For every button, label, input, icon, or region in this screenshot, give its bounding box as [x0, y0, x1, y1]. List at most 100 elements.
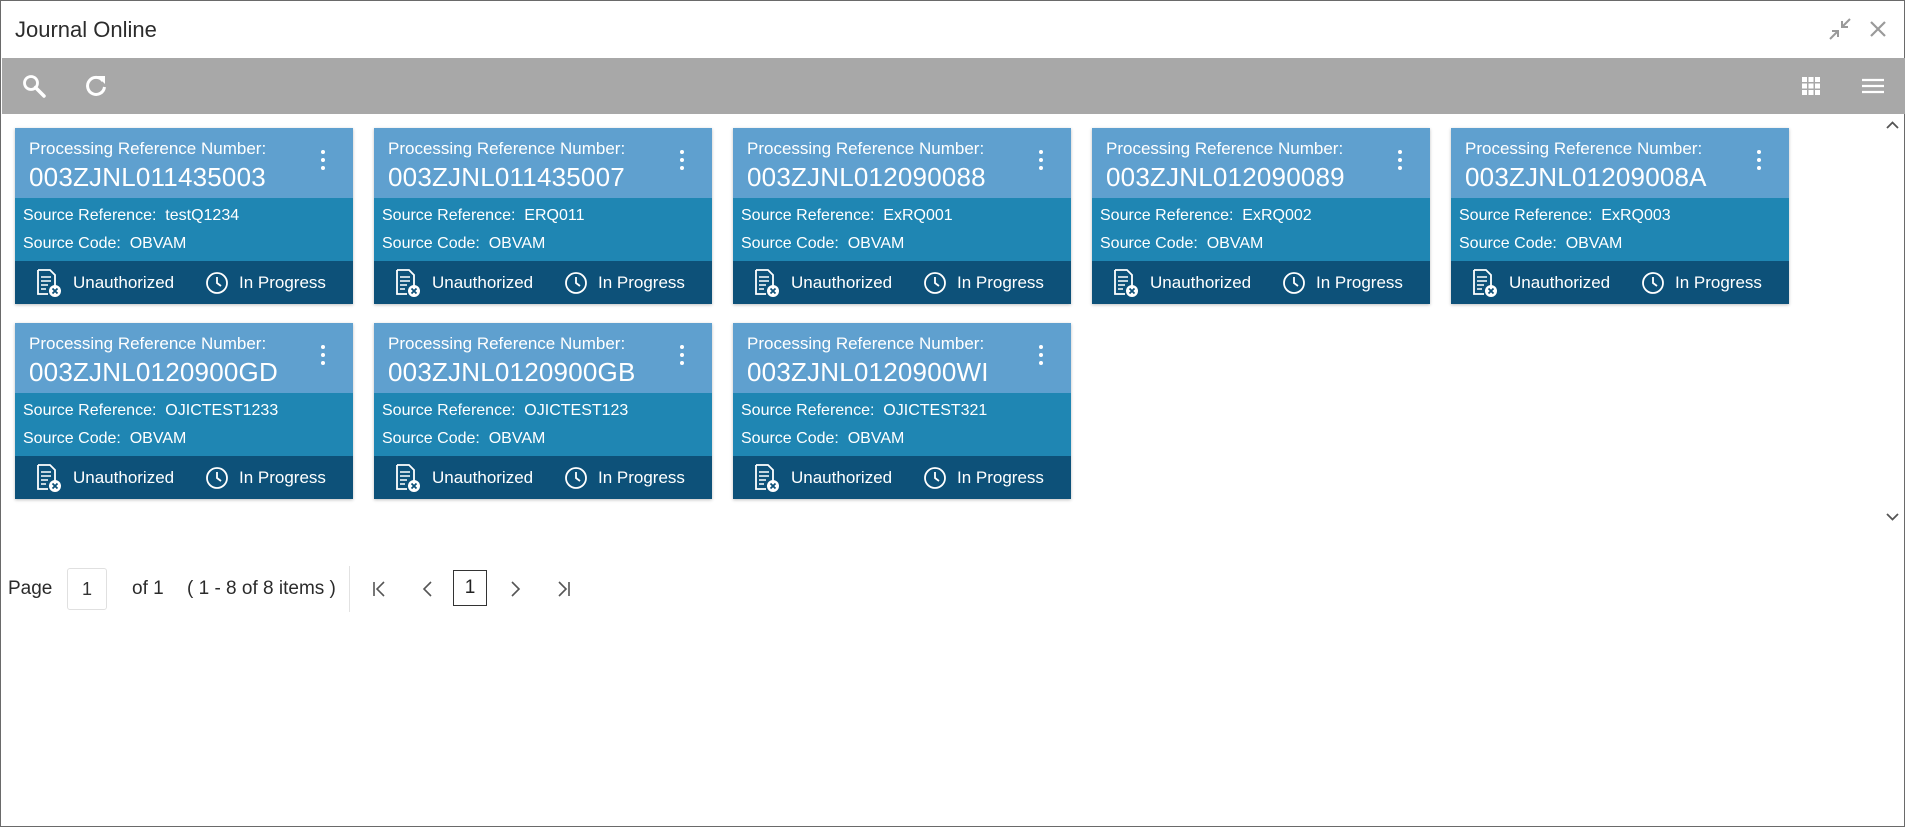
journal-card[interactable]: Processing Reference Number: 003ZJNL01209…	[374, 323, 712, 499]
progress-status: In Progress	[923, 456, 1044, 499]
card-body: Source Reference: OJICTEST1233 Source Cod…	[15, 393, 353, 456]
processing-ref-label: Processing Reference Number:	[388, 139, 626, 158]
source-ref-label: Source Reference:	[741, 402, 875, 419]
processing-ref-label: Processing Reference Number:	[1106, 139, 1344, 158]
source-ref-label: Source Reference:	[741, 207, 875, 224]
search-icon[interactable]	[20, 72, 48, 100]
source-code-row: Source Code: OBVAM	[382, 430, 545, 448]
source-code-value: OBVAM	[1565, 235, 1623, 252]
clock-icon	[924, 466, 946, 489]
minimize-icon[interactable]	[1827, 16, 1853, 42]
journal-card[interactable]: Processing Reference Number: 003ZJNL01209…	[733, 323, 1071, 499]
card-header: Processing Reference Number: 003ZJNL01143…	[15, 128, 353, 198]
card-header: Processing Reference Number: 003ZJNL01209…	[1092, 128, 1430, 198]
source-reference-row: Source Reference: ExRQ001	[741, 207, 953, 225]
card-footer: Unauthorized In Progress	[374, 456, 712, 499]
source-reference-row: Source Reference: OJICTEST321	[741, 402, 987, 420]
source-ref-value: ExRQ003	[1601, 207, 1671, 224]
journal-card[interactable]: Processing Reference Number: 003ZJNL01209…	[733, 128, 1071, 304]
current-page-button[interactable]: 1	[453, 570, 487, 606]
source-reference-row: Source Reference: ExRQ002	[1100, 207, 1312, 225]
clock-icon	[206, 466, 228, 489]
source-ref-value: testQ1234	[165, 207, 240, 224]
refresh-icon[interactable]	[82, 72, 110, 100]
progress-status: In Progress	[205, 456, 326, 499]
source-ref-label: Source Reference:	[382, 402, 516, 419]
journal-card[interactable]: Processing Reference Number: 003ZJNL01209…	[1451, 128, 1789, 304]
vertical-scrollbar[interactable]	[1881, 114, 1904, 529]
source-reference-row: Source Reference: ExRQ003	[1459, 207, 1671, 225]
card-footer: Unauthorized In Progress	[15, 456, 353, 499]
source-code-value: OBVAM	[129, 430, 187, 447]
progress-status: In Progress	[564, 261, 685, 304]
journal-card[interactable]: Processing Reference Number: 003ZJNL01209…	[15, 323, 353, 499]
processing-ref-label: Processing Reference Number:	[747, 139, 985, 158]
auth-status: Unauthorized	[1469, 261, 1610, 304]
kebab-menu-icon[interactable]	[1037, 150, 1045, 174]
kebab-menu-icon[interactable]	[1755, 150, 1763, 174]
items-count-label: ( 1 - 8 of 8 items )	[187, 578, 336, 599]
first-page-icon[interactable]	[368, 578, 390, 600]
page-number-input[interactable]	[67, 568, 107, 610]
kebab-menu-icon[interactable]	[319, 150, 327, 174]
unauthorized-document-icon	[37, 463, 61, 492]
progress-status-label: In Progress	[598, 467, 685, 487]
grid-view-icon[interactable]	[1797, 72, 1825, 100]
journal-card[interactable]: Processing Reference Number: 003ZJNL01143…	[15, 128, 353, 304]
card-footer: Unauthorized In Progress	[733, 456, 1071, 499]
source-code-row: Source Code: OBVAM	[1459, 235, 1622, 253]
journal-card[interactable]: Processing Reference Number: 003ZJNL01209…	[1092, 128, 1430, 304]
kebab-menu-icon[interactable]	[1037, 345, 1045, 369]
processing-ref-label: Processing Reference Number:	[29, 139, 267, 158]
card-footer: Unauthorized In Progress	[1092, 261, 1430, 304]
auth-status-label: Unauthorized	[791, 467, 893, 487]
source-ref-value: OJICTEST123	[524, 402, 629, 419]
auth-status-label: Unauthorized	[791, 272, 893, 292]
source-code-row: Source Code: OBVAM	[23, 235, 186, 253]
processing-ref-number: 003ZJNL0120900GB	[388, 357, 636, 387]
card-header: Processing Reference Number: 003ZJNL01209…	[733, 323, 1071, 393]
source-ref-value: ERQ011	[524, 207, 585, 224]
source-reference-row: Source Reference: testQ1234	[23, 207, 239, 225]
unauthorized-document-icon	[1473, 268, 1497, 297]
processing-ref-number: 003ZJNL0120900WI	[747, 357, 989, 387]
card-body: Source Reference: ExRQ003 Source Code: OB…	[1451, 198, 1789, 261]
journal-online-window: Journal Online Processing Reference Numb…	[0, 0, 1905, 827]
next-page-icon[interactable]	[504, 578, 526, 600]
scroll-up-icon[interactable]	[1885, 118, 1900, 133]
journal-card[interactable]: Processing Reference Number: 003ZJNL01143…	[374, 128, 712, 304]
source-code-label: Source Code:	[741, 430, 839, 447]
progress-status: In Progress	[1641, 261, 1762, 304]
progress-status: In Progress	[923, 261, 1044, 304]
source-code-label: Source Code:	[23, 235, 121, 252]
progress-status-label: In Progress	[239, 272, 326, 292]
progress-status-label: In Progress	[1675, 272, 1762, 292]
card-footer: Unauthorized In Progress	[374, 261, 712, 304]
kebab-menu-icon[interactable]	[1396, 150, 1404, 174]
source-code-label: Source Code:	[23, 430, 121, 447]
processing-ref-label: Processing Reference Number:	[29, 334, 267, 353]
processing-ref-number: 003ZJNL011435007	[388, 162, 625, 192]
close-icon[interactable]	[1865, 16, 1891, 42]
source-code-row: Source Code: OBVAM	[1100, 235, 1263, 253]
source-code-label: Source Code:	[1459, 235, 1557, 252]
source-code-label: Source Code:	[741, 235, 839, 252]
last-page-icon[interactable]	[553, 578, 575, 600]
scroll-down-icon[interactable]	[1885, 509, 1900, 524]
unauthorized-document-icon	[37, 268, 61, 297]
processing-ref-label: Processing Reference Number:	[747, 334, 985, 353]
progress-status-label: In Progress	[239, 467, 326, 487]
kebab-menu-icon[interactable]	[319, 345, 327, 369]
progress-status-label: In Progress	[1316, 272, 1403, 292]
auth-status-label: Unauthorized	[1150, 272, 1252, 292]
kebab-menu-icon[interactable]	[678, 345, 686, 369]
source-code-row: Source Code: OBVAM	[741, 430, 904, 448]
source-code-row: Source Code: OBVAM	[382, 235, 545, 253]
list-view-icon[interactable]	[1859, 72, 1887, 100]
cards-grid: Processing Reference Number: 003ZJNL01143…	[2, 114, 1882, 529]
kebab-menu-icon[interactable]	[678, 150, 686, 174]
source-reference-row: Source Reference: ERQ011	[382, 207, 584, 225]
previous-page-icon[interactable]	[417, 578, 439, 600]
source-reference-row: Source Reference: OJICTEST123	[382, 402, 628, 420]
auth-status: Unauthorized	[33, 261, 174, 304]
